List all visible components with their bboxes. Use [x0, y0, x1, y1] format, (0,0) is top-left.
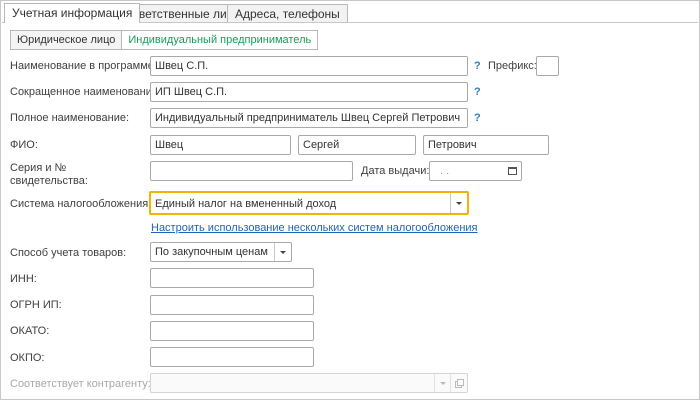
- tab-account-info[interactable]: Учетная информация: [4, 3, 141, 23]
- ogrn-field[interactable]: [150, 295, 314, 315]
- legal-entity-button[interactable]: Юридическое лицо: [10, 30, 123, 50]
- calendar-icon[interactable]: [508, 167, 517, 175]
- issue-date-field[interactable]: . .: [429, 161, 522, 181]
- goods-accounting-select[interactable]: По закупочным ценам: [150, 242, 292, 262]
- chevron-down-icon: [440, 381, 446, 385]
- tax-system-dropdown-button[interactable]: [450, 193, 467, 213]
- configure-tax-systems-link[interactable]: Настроить использование нескольких систе…: [151, 222, 478, 234]
- full-name-field[interactable]: Индивидуальный предприниматель Швец Серг…: [150, 108, 468, 128]
- prefix-field[interactable]: [536, 56, 559, 76]
- middle-name-field[interactable]: Петрович: [423, 135, 549, 155]
- open-counterparty-button[interactable]: [450, 374, 467, 392]
- cert-series-label-line2: свидетельства:: [10, 175, 88, 187]
- issue-date-label: Дата выдачи:: [361, 165, 430, 177]
- okpo-label: ОКПО:: [10, 352, 45, 364]
- short-name-label: Сокращенное наименование:: [10, 86, 162, 98]
- ogrn-label: ОГРН ИП:: [10, 299, 62, 311]
- counterparty-dropdown-button[interactable]: [434, 374, 451, 392]
- counterparty-field[interactable]: [150, 373, 468, 393]
- full-name-label: Полное наименование:: [10, 112, 130, 124]
- okato-field[interactable]: [150, 321, 314, 341]
- tax-system-value: Единый налог на вмененный доход: [155, 198, 337, 210]
- individual-entrepreneur-button[interactable]: Индивидуальный предприниматель: [121, 30, 319, 50]
- first-name-field[interactable]: Сергей: [298, 135, 416, 155]
- okato-label: ОКАТО:: [10, 325, 50, 337]
- form-window: Учетная информация Ответственные лица Ад…: [0, 0, 700, 400]
- counterparty-label: Соответствует контрагенту:: [10, 378, 151, 390]
- chevron-down-icon: [456, 201, 462, 205]
- cert-series-label-line1: Серия и №: [10, 162, 67, 174]
- name-in-program-label: Наименование в программе:: [10, 60, 157, 72]
- cert-series-field[interactable]: [150, 161, 353, 181]
- tax-system-label: Система налогообложения:: [10, 198, 152, 210]
- issue-date-value: . .: [440, 165, 450, 177]
- prefix-label: Префикс:: [488, 60, 537, 72]
- last-name-field[interactable]: Швец: [150, 135, 291, 155]
- full-name-help-icon[interactable]: ?: [474, 112, 481, 124]
- short-name-field[interactable]: ИП Швец С.П.: [150, 82, 468, 102]
- tab-addresses-phones[interactable]: Адреса, телефоны: [227, 4, 348, 22]
- chevron-down-icon: [280, 250, 286, 254]
- goods-accounting-label: Способ учета товаров:: [10, 247, 127, 259]
- tax-system-select[interactable]: Единый налог на вмененный доход: [149, 191, 469, 215]
- inn-field[interactable]: [150, 268, 314, 288]
- okpo-field[interactable]: [150, 347, 314, 367]
- entity-type-switch: Юридическое лицо Индивидуальный предприн…: [10, 30, 319, 50]
- name-help-icon[interactable]: ?: [474, 60, 481, 72]
- short-name-help-icon[interactable]: ?: [474, 86, 481, 98]
- inn-label: ИНН:: [10, 273, 37, 285]
- name-in-program-field[interactable]: Швец С.П.: [150, 56, 468, 76]
- open-window-icon: [454, 378, 464, 388]
- fio-label: ФИО:: [10, 139, 38, 151]
- tab-bar: Учетная информация Ответственные лица Ад…: [2, 2, 698, 23]
- goods-accounting-dropdown-button[interactable]: [274, 243, 291, 261]
- goods-accounting-value: По закупочным ценам: [155, 246, 268, 258]
